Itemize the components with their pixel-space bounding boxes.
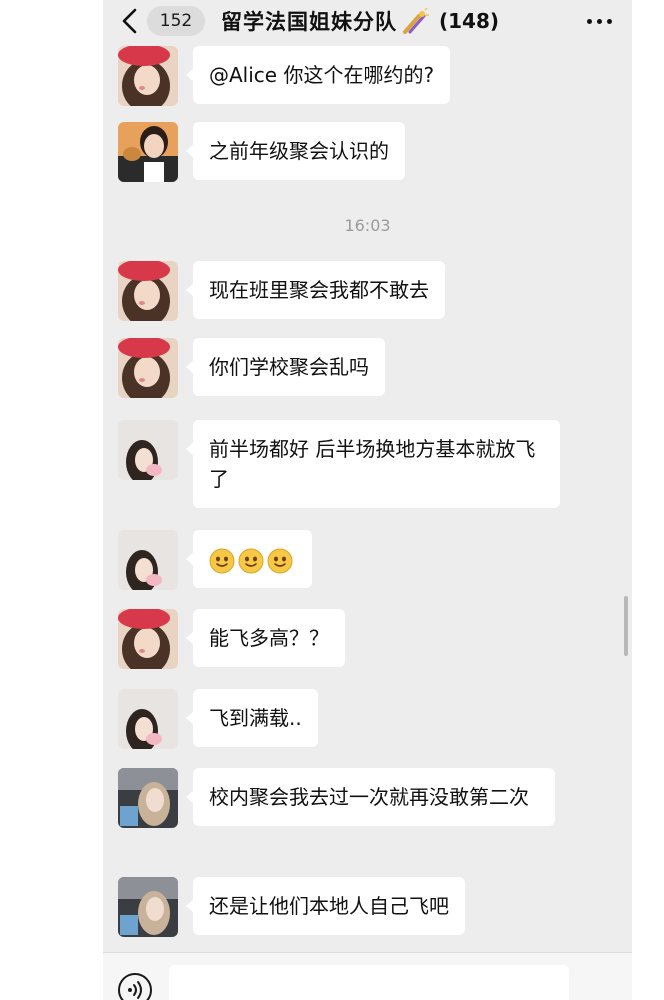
member-count: (148) xyxy=(439,9,500,33)
timestamp: 16:03 xyxy=(344,216,391,235)
message-bubble[interactable]: 还是让他们本地人自己飞吧 xyxy=(186,877,465,935)
smiley-face-icon xyxy=(267,548,293,573)
voice-icon xyxy=(128,981,142,999)
message-bubble[interactable] xyxy=(186,530,312,588)
avatar[interactable] xyxy=(118,877,178,937)
avatar-red-hat-girl xyxy=(118,338,178,398)
avatar[interactable] xyxy=(118,46,178,106)
more-dot xyxy=(586,18,592,24)
message-bubble[interactable]: 前半场都好 后半场换地方基本就放飞了 xyxy=(186,420,560,508)
chevron-left-icon xyxy=(122,8,137,34)
avatar-girl-pink-hand xyxy=(118,530,178,590)
avatar[interactable] xyxy=(118,609,178,669)
more-dot xyxy=(606,18,612,24)
chat-header: 152 留学法国姐妹分队 (148) xyxy=(103,0,632,44)
group-title: 留学法国姐妹分队 xyxy=(221,10,397,34)
message-bubble[interactable]: 你们学校聚会乱吗 xyxy=(186,338,385,396)
message-bubble[interactable]: 现在班里聚会我都不敢去 xyxy=(186,261,445,319)
avatar-girl-eating xyxy=(118,122,178,182)
chat-title-group: 留学法国姐妹分队 (148) xyxy=(221,6,499,36)
avatar-red-hat-girl xyxy=(118,609,178,669)
more-dot xyxy=(596,18,602,24)
avatar[interactable] xyxy=(118,768,178,828)
smiley-face-icon xyxy=(238,548,264,573)
avatar-girl-car-selfie xyxy=(118,877,178,937)
chat-screen: 152 留学法国姐妹分队 (148) @Alice 你这个在哪约的? 之前年级聚… xyxy=(103,0,632,1000)
unread-count-badge[interactable]: 152 xyxy=(147,6,205,36)
message-bubble[interactable]: 之前年级聚会认识的 xyxy=(186,122,405,180)
back-button[interactable] xyxy=(117,6,143,36)
smiley-face-icon xyxy=(209,548,235,573)
voice-button[interactable] xyxy=(118,973,152,1000)
avatar-red-hat-girl xyxy=(118,261,178,321)
message-input[interactable] xyxy=(169,965,569,1000)
chat-scrollbar[interactable] xyxy=(624,596,628,656)
message-bubble[interactable]: 能飞多高？？ xyxy=(186,609,345,667)
message-bubble[interactable]: 飞到满载.. xyxy=(186,689,318,747)
input-bar xyxy=(103,952,632,1000)
avatar[interactable] xyxy=(118,122,178,182)
avatar-girl-pink-hand xyxy=(118,420,178,480)
outer-margin-right xyxy=(632,0,664,1000)
avatar-red-hat-girl xyxy=(118,46,178,106)
avatar[interactable] xyxy=(118,338,178,398)
outer-margin-left xyxy=(0,0,103,1000)
avatar[interactable] xyxy=(118,261,178,321)
avatar-girl-car-selfie xyxy=(118,768,178,828)
sparkler-emoji-icon xyxy=(403,8,429,34)
avatar[interactable] xyxy=(118,420,178,480)
avatar-girl-pink-hand xyxy=(118,689,178,749)
more-button[interactable] xyxy=(584,8,614,34)
message-bubble[interactable]: 校内聚会我去过一次就再没敢第二次 xyxy=(186,768,555,826)
avatar[interactable] xyxy=(118,689,178,749)
message-bubble[interactable]: @Alice 你这个在哪约的? xyxy=(185,46,451,104)
avatar[interactable] xyxy=(118,530,178,590)
